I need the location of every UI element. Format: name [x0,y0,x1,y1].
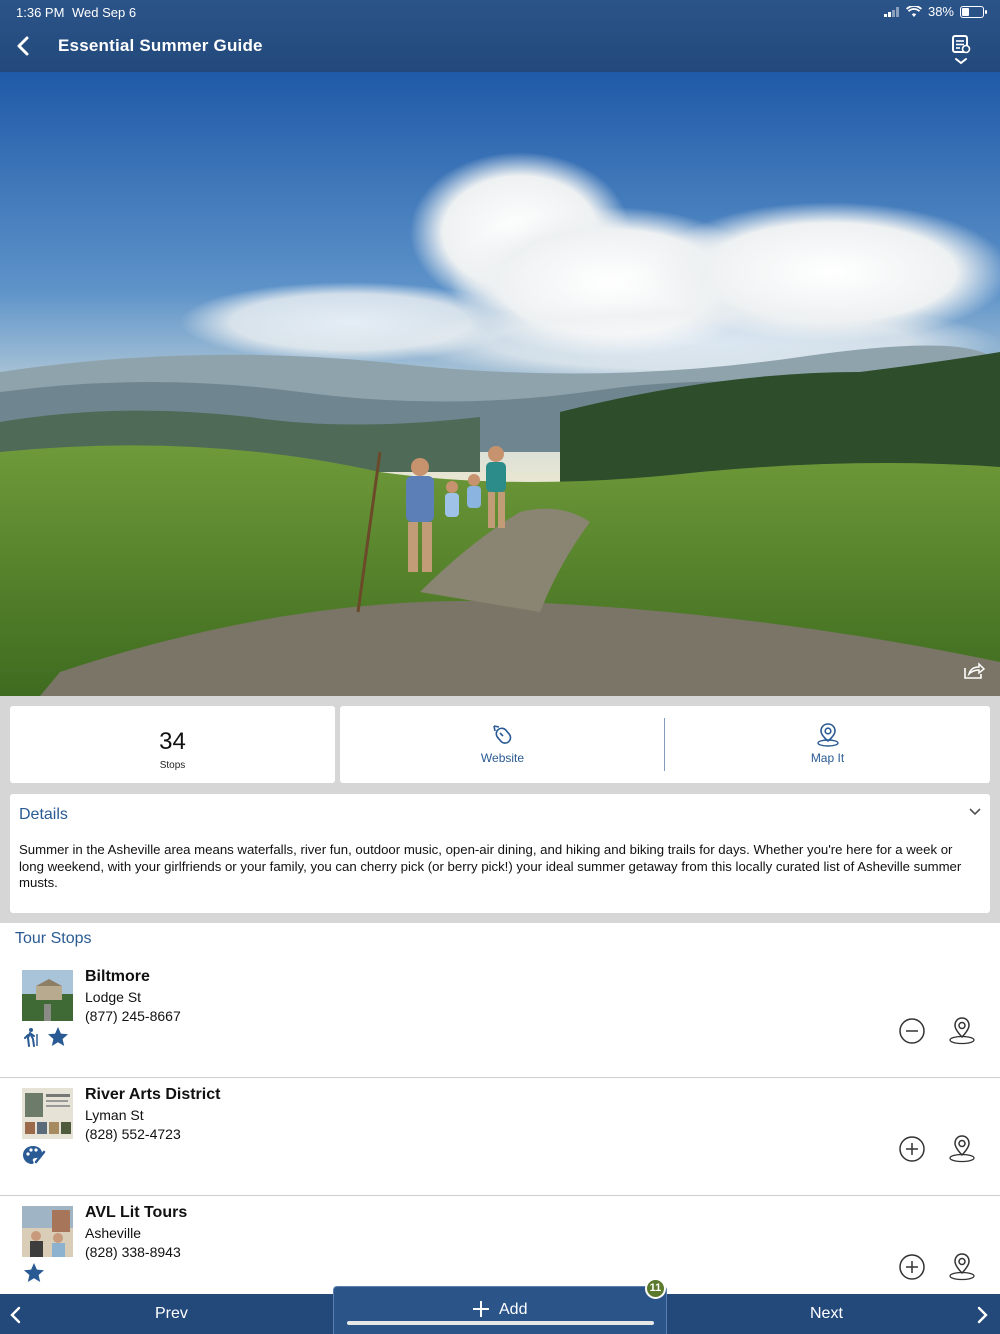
app-header: 1:36 PM Wed Sep 6 38% Essential Summer G… [0,0,1000,72]
stop-category-icons [22,1262,46,1284]
stops-count: 34 [159,728,186,755]
map-it-label: Map It [810,751,845,765]
signal-icon [883,6,899,17]
list-location-menu-icon[interactable] [944,32,978,68]
stop-address: Lodge St [85,989,142,1005]
bottom-nav-bar: Prev Add Next [0,1286,1000,1334]
page-title: Essential Summer Guide [58,36,263,55]
add-label: Add [499,1301,528,1318]
remove-stop-button[interactable] [897,1016,927,1046]
battery-icon [960,5,987,18]
star-icon [48,1027,68,1046]
tour-stops-title: Tour Stops [15,930,92,947]
chevron-left-icon [10,1306,21,1324]
home-indicator [347,1321,654,1325]
hero-photo [0,72,1000,696]
stop-thumbnail [22,1088,73,1139]
stop-phone[interactable]: (828) 552-4723 [85,1126,181,1142]
add-stop-button[interactable] [897,1134,927,1164]
status-indicators: 38% [883,4,987,19]
stop-phone[interactable]: (828) 338-8943 [85,1244,181,1260]
tour-stop-item[interactable]: River Arts District Lyman St (828) 552-4… [0,1078,1000,1196]
add-stop-button[interactable] [897,1252,927,1282]
star-icon [24,1263,44,1282]
stop-name: River Arts District [85,1086,221,1103]
tour-stop-item[interactable]: Biltmore Lodge St (877) 245-8667 [0,960,1000,1078]
stop-name: Biltmore [85,968,150,985]
mountain-landscape-image [0,72,1000,696]
prev-label: Prev [155,1305,188,1322]
stop-category-icons [22,1144,46,1166]
details-text: Summer in the Asheville area means water… [19,842,962,890]
chevron-right-icon [977,1306,988,1324]
chevron-down-icon[interactable] [968,806,982,816]
add-button[interactable]: Add [333,1286,667,1334]
stop-thumbnail [22,970,73,1021]
stops-count-card: 34 Stops [10,706,335,783]
map-it-button[interactable]: Map It [665,706,990,783]
details-title: Details [19,806,68,823]
wifi-icon [905,5,922,17]
info-area: 34 Stops Website Map It Details Summer i… [0,696,1000,923]
map-pin-icon [816,723,839,747]
map-pin-icon[interactable] [947,1134,977,1164]
details-card: Details Summer in the Asheville area mea… [10,794,990,913]
prev-button[interactable]: Prev [0,1294,333,1334]
next-button[interactable]: Next [667,1294,1000,1334]
plus-icon [473,1301,489,1317]
map-pin-icon[interactable] [947,1016,977,1046]
stop-name: AVL Lit Tours [85,1204,188,1221]
itinerary-count-badge: 11 [645,1278,666,1299]
mouse-pointer-icon [492,725,511,744]
stop-address: Asheville [85,1225,142,1241]
status-date: Wed Sep 6 [72,5,137,20]
stop-category-icons [22,1026,70,1048]
website-label: Website [480,751,525,765]
back-button[interactable] [12,32,36,60]
website-button[interactable]: Website [340,706,665,783]
stop-address: Lyman St [85,1107,144,1123]
status-time: 1:36 PM [16,5,65,20]
next-label: Next [810,1305,843,1322]
stop-thumbnail [22,1206,73,1257]
battery-percent: 38% [927,4,954,19]
hiking-icon [24,1028,38,1047]
share-icon[interactable] [962,662,986,680]
stops-label: Stops [159,760,186,771]
links-card: Website Map It [340,706,990,783]
palette-icon [23,1146,46,1164]
map-pin-icon[interactable] [947,1252,977,1282]
stop-phone[interactable]: (877) 245-8667 [85,1008,181,1024]
